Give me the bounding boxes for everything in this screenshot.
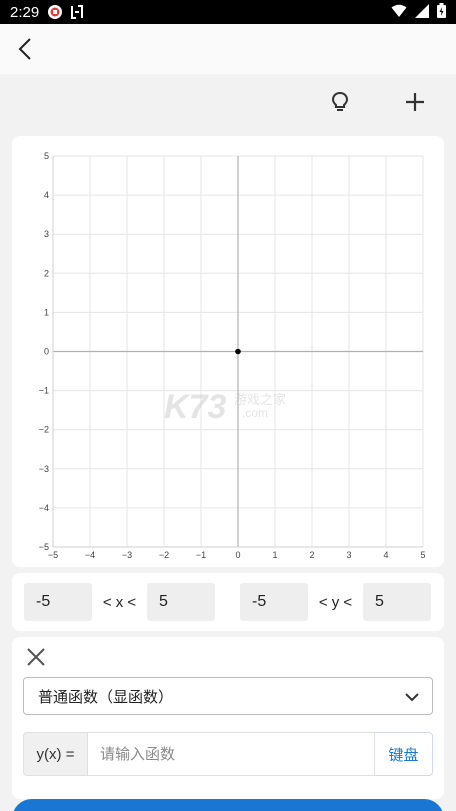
y-range-label: < y < (318, 593, 353, 611)
chevron-down-icon (405, 693, 419, 702)
x-tick-label: 2 (309, 550, 314, 560)
plus-icon (406, 93, 424, 111)
x-tick-label: 4 (383, 550, 388, 560)
keyboard-button[interactable]: 键盘 (375, 732, 433, 776)
x-tick-label: −5 (48, 550, 58, 560)
status-time: 2:29 (10, 3, 40, 21)
x-tick-label: −1 (196, 550, 206, 560)
y-tick-label: −2 (39, 425, 49, 435)
y-tick-label: −1 (39, 386, 49, 396)
y-tick-label: 1 (44, 307, 49, 317)
function-input[interactable] (87, 732, 375, 776)
signal-icon (415, 3, 429, 22)
sync-icon (69, 4, 85, 20)
x-tick-label: 0 (235, 550, 240, 560)
y-tick-label: −5 (39, 542, 49, 552)
battery-icon (437, 2, 446, 22)
watermark-logo: K73 (164, 388, 226, 426)
y-tick-label: −4 (39, 503, 49, 513)
status-bar: 2:29 (0, 0, 456, 24)
x-min-input[interactable]: -5 (24, 583, 92, 621)
y-tick-label: 4 (44, 190, 49, 200)
x-tick-label: −2 (159, 550, 169, 560)
y-tick-label: 5 (44, 151, 49, 161)
y-max-input[interactable]: 5 (363, 583, 431, 621)
y-tick-label: 0 (44, 347, 49, 357)
y-tick-label: 3 (44, 229, 49, 239)
app-notification-icon (47, 4, 63, 20)
status-indicators (391, 2, 446, 22)
function-type-value: 普通函数（显函数） (38, 687, 174, 706)
y-tick-label: 2 (44, 268, 49, 278)
x-tick-label: −3 (122, 550, 132, 560)
graph-card: −5 −4 −3 −2 −1 0 1 2 3 4 5 5 4 3 2 1 0 −1 −2 −3 −4 −5 K73 游戏之… (12, 136, 444, 567)
add-function-button[interactable] (399, 86, 431, 118)
lightbulb-icon (331, 91, 349, 111)
function-input-row: y(x) = 键盘 (23, 732, 433, 776)
primary-action-button[interactable] (12, 799, 444, 811)
y-min-input[interactable]: -5 (240, 583, 308, 621)
toolbar (0, 74, 456, 130)
function-editor-card: 普通函数（显函数） y(x) = 键盘 (12, 637, 444, 799)
remove-function-button[interactable] (24, 645, 48, 669)
x-tick-label: 3 (346, 550, 351, 560)
chevron-left-icon (18, 38, 31, 60)
tick-labels: −5 −4 −3 −2 −1 0 1 2 3 4 5 5 4 3 2 1 0 −1 −2 −3 −4 −5 (39, 151, 426, 560)
x-max-input[interactable]: 5 (147, 583, 215, 621)
watermark-url: .com (242, 406, 268, 420)
back-button[interactable] (10, 34, 40, 64)
y-tick-label: −3 (39, 464, 49, 474)
x-tick-label: 1 (272, 550, 277, 560)
origin-point (235, 348, 241, 355)
function-prefix: y(x) = (23, 732, 87, 776)
function-type-select[interactable]: 普通函数（显函数） (23, 677, 433, 715)
function-graph[interactable]: −5 −4 −3 −2 −1 0 1 2 3 4 5 5 4 3 2 1 0 −1 −2 −3 −4 −5 K73 游戏之… (12, 136, 444, 567)
hint-button[interactable] (324, 86, 356, 118)
range-card: -5 < x < 5 -5 < y < 5 (12, 573, 444, 631)
x-tick-label: 5 (420, 550, 425, 560)
x-range-label: < x < (102, 593, 137, 611)
watermark: K73 游戏之家 .com (164, 388, 286, 426)
wifi-icon (391, 3, 407, 22)
x-tick-label: −4 (85, 550, 95, 560)
close-icon (27, 648, 45, 666)
app-bar (0, 24, 456, 74)
